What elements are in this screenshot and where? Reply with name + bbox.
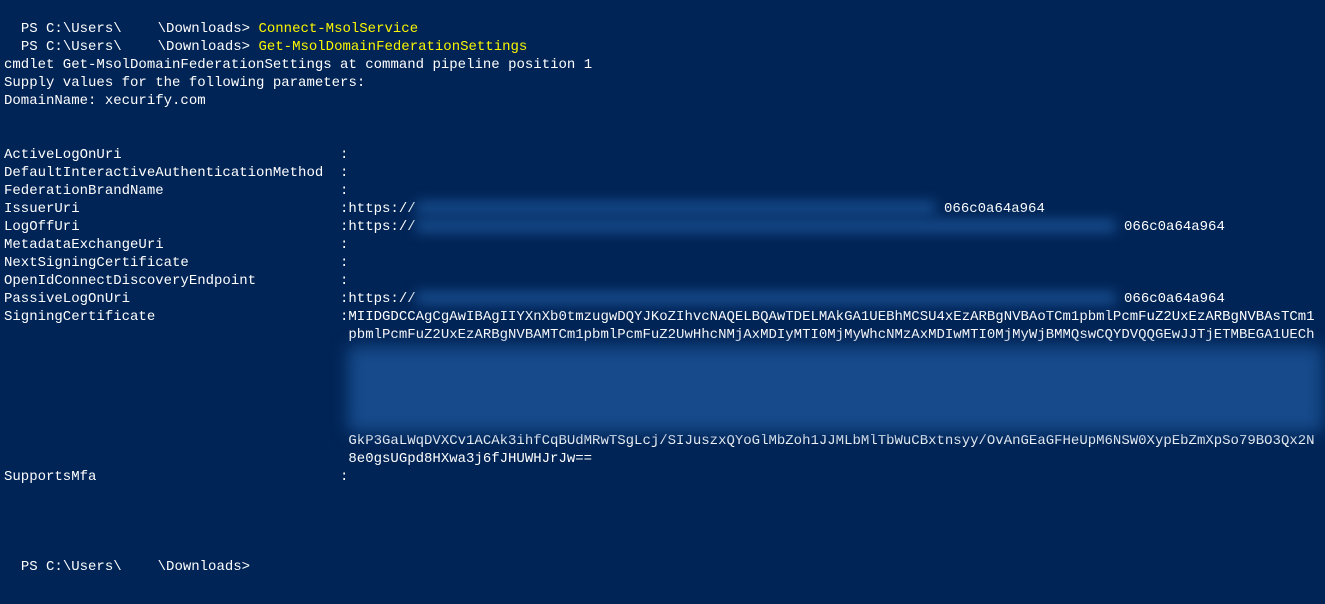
output-key: FederationBrandName	[4, 182, 340, 200]
redacted-user	[122, 560, 158, 572]
output-row-issueruri: IssuerUri: https:// 066c0a64a964	[4, 200, 1321, 218]
output-sep: :	[340, 146, 348, 164]
cmdlet-info-line-2: Supply values for the following paramete…	[4, 74, 1321, 92]
output-row-metadataexchangeuri: MetadataExchangeUri:	[4, 236, 1321, 254]
output-row-supportsmfa: SupportsMfa:	[4, 468, 1321, 486]
cert-line-end-1: GkP3GaLWqDVXCv1ACAk3ihfCqBUdMRwTSgLcj/SI…	[348, 433, 1314, 449]
output-key: LogOffUri	[4, 218, 340, 236]
output-sep: :	[340, 164, 348, 182]
command-text: Get-MsolDomainFederationSettings	[258, 39, 527, 55]
output-row-logoffuri: LogOffUri: https:// 066c0a64a964	[4, 218, 1321, 236]
output-value-tail: 066c0a64a964	[944, 201, 1045, 217]
output-key: MetadataExchangeUri	[4, 236, 340, 254]
output-row-openidconnect: OpenIdConnectDiscoveryEndpoint:	[4, 272, 1321, 290]
output-sep: :	[340, 272, 348, 290]
cert-line-end-2: 8e0gsUGpd8HXwa3j6fJHUWHJrJw==	[348, 451, 592, 467]
cmdlet-info-line-3: DomainName: xecurify.com	[4, 92, 1321, 110]
output-value-prefix: https://	[348, 290, 415, 308]
prompt-line-final[interactable]: PS C:\Users\\Downloads>	[4, 540, 1321, 558]
prompt-suffix: \Downloads>	[158, 39, 259, 55]
prompt-prefix: PS C:\Users\	[21, 39, 122, 55]
cert-line-1: MIIDGDCCAgCgAwIBAgIIYXnXb0tmzugwDQYJKoZI…	[348, 309, 1314, 325]
prompt-suffix: \Downloads>	[158, 559, 250, 575]
cmdlet-info-line-1: cmdlet Get-MsolDomainFederationSettings …	[4, 56, 1321, 74]
redacted-cert-body	[348, 346, 1323, 432]
output-sep: :	[340, 218, 348, 236]
prompt-line-1: PS C:\Users\\Downloads> Connect-MsolServ…	[4, 2, 1321, 20]
redacted-url	[416, 201, 936, 215]
output-sep: :	[340, 254, 348, 272]
prompt-prefix: PS C:\Users\	[21, 21, 122, 37]
prompt-suffix: \Downloads>	[158, 21, 259, 37]
redacted-url	[416, 291, 1116, 305]
redacted-url	[416, 219, 1116, 233]
output-sep: :	[340, 468, 348, 486]
output-value-prefix: https://	[348, 218, 415, 236]
output-row-defaultinteractiveauth: DefaultInteractiveAuthenticationMethod:	[4, 164, 1321, 182]
output-value-tail: 066c0a64a964	[1124, 291, 1225, 307]
output-row-activelogonuri: ActiveLogOnUri:	[4, 146, 1321, 164]
output-key: PassiveLogOnUri	[4, 290, 340, 308]
output-key: NextSigningCertificate	[4, 254, 340, 272]
cert-line-2: pbmlPcmFuZ2UxEzARBgNVBAMTCm1pbmlPcmFuZ2U…	[348, 327, 1314, 343]
output-key: IssuerUri	[4, 200, 340, 218]
output-key: ActiveLogOnUri	[4, 146, 340, 164]
prompt-prefix: PS C:\Users\	[21, 559, 122, 575]
redacted-user	[122, 22, 158, 34]
output-key: SupportsMfa	[4, 468, 340, 486]
output-row-signingcertificate: SigningCertificate: MIIDGDCCAgCgAwIBAgII…	[4, 308, 1321, 468]
output-value-tail: 066c0a64a964	[1124, 219, 1225, 235]
output-sep: :	[340, 200, 348, 218]
output-sep: :	[340, 236, 348, 254]
output-key: DefaultInteractiveAuthenticationMethod	[4, 164, 340, 182]
output-row-federationbrandname: FederationBrandName:	[4, 182, 1321, 200]
output-key: SigningCertificate	[4, 308, 340, 326]
output-sep: :	[340, 290, 348, 308]
certificate-value: MIIDGDCCAgCgAwIBAgIIYXnXb0tmzugwDQYJKoZI…	[348, 308, 1325, 468]
output-row-nextsigningcertificate: NextSigningCertificate:	[4, 254, 1321, 272]
redacted-user	[122, 40, 158, 52]
output-row-passivelogonuri: PassiveLogOnUri: https:// 066c0a64a964	[4, 290, 1321, 308]
output-sep: :	[340, 182, 348, 200]
output-key: OpenIdConnectDiscoveryEndpoint	[4, 272, 340, 290]
output-value-prefix: https://	[348, 200, 415, 218]
output-sep: :	[340, 308, 348, 326]
command-text: Connect-MsolService	[258, 21, 418, 37]
